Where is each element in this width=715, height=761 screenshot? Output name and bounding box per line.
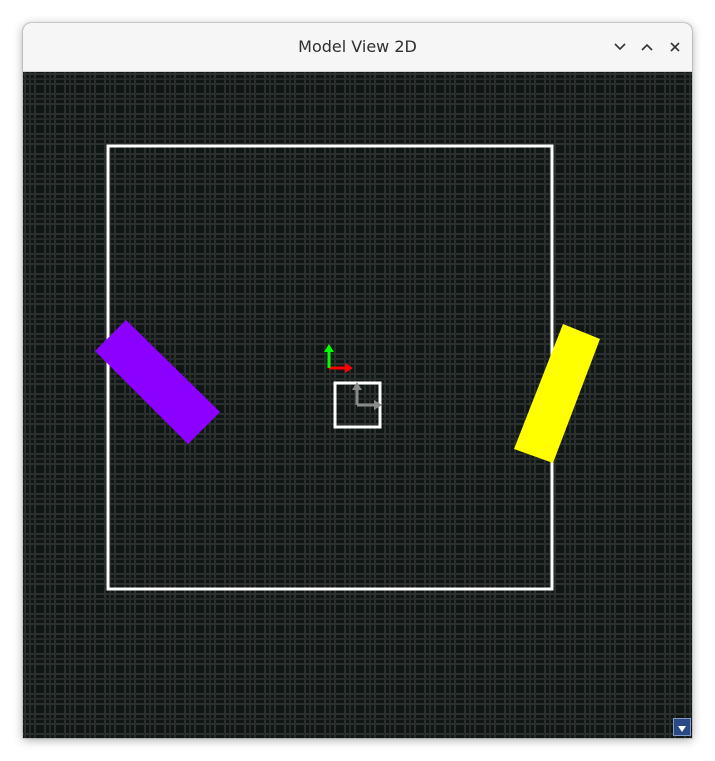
viewport-menu-button[interactable]	[673, 718, 691, 736]
close-button[interactable]	[665, 37, 685, 57]
minimize-button[interactable]	[610, 37, 630, 57]
chevron-down-icon	[614, 43, 626, 51]
window-title: Model View 2D	[298, 37, 417, 56]
viewport-canvas[interactable]	[23, 72, 692, 738]
close-icon	[670, 42, 680, 52]
model-viewport[interactable]	[23, 72, 692, 738]
model-view-window: Model View 2D	[23, 23, 692, 738]
triangle-down-icon	[677, 718, 687, 737]
chevron-up-icon	[641, 43, 653, 51]
maximize-button[interactable]	[637, 37, 657, 57]
title-bar[interactable]: Model View 2D	[23, 23, 692, 72]
